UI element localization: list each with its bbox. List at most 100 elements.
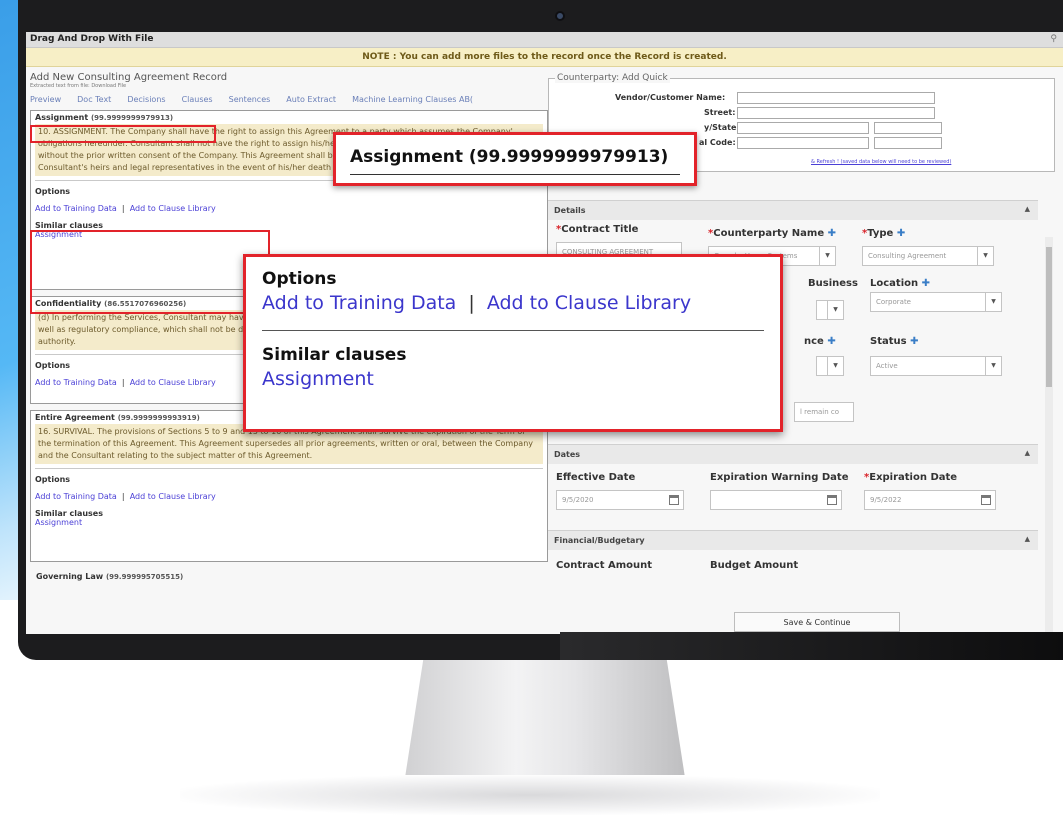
- callout-assignment-title: Assignment: [350, 147, 463, 167]
- chevron-down-icon: ▼: [827, 301, 843, 319]
- underline: [350, 174, 680, 175]
- counterparty-legend: Counterparty: Add Quick: [555, 73, 670, 83]
- type-select[interactable]: Consulting Agreement ▼: [862, 246, 994, 266]
- clause-title: Assignment (99.9999999979913): [35, 113, 174, 122]
- tab-sentences[interactable]: Sentences: [229, 95, 271, 104]
- options-label: Options: [35, 475, 71, 484]
- callout-link-separator: |: [468, 292, 475, 314]
- business-select[interactable]: ▼: [816, 300, 844, 320]
- tab-clauses[interactable]: Clauses: [182, 95, 213, 104]
- callout-similar-clause-link[interactable]: Assignment: [262, 368, 764, 390]
- collapse-icon[interactable]: ▲: [1025, 449, 1030, 457]
- city-state-label: y/State:: [704, 123, 740, 132]
- expiration-date-label: *Expiration Date: [864, 472, 958, 483]
- similar-clauses-label: Similar clauses: [35, 221, 103, 230]
- window-title: Drag And Drop With File: [30, 34, 154, 44]
- clause-score: (99.9999999993919): [117, 414, 200, 422]
- divider: [262, 330, 764, 331]
- financial-section-header[interactable]: Financial/Budgetary ▲: [548, 530, 1038, 550]
- callout-assignment-score: (99.9999999979913): [468, 147, 669, 167]
- status-label: Status ✚: [870, 336, 919, 347]
- add-to-clause-library-link[interactable]: Add to Clause Library: [130, 492, 216, 501]
- add-location-icon[interactable]: ✚: [922, 278, 930, 289]
- options-label: Options: [35, 187, 71, 196]
- tab-preview[interactable]: Preview: [30, 95, 61, 104]
- link-separator: |: [121, 492, 125, 501]
- contract-title-label: *Contract Title: [556, 224, 639, 235]
- confidence-select[interactable]: ▼: [816, 356, 844, 376]
- vendor-name-input[interactable]: [737, 92, 935, 104]
- note-banner: NOTE : You can add more files to the rec…: [26, 48, 1063, 67]
- close-icon[interactable]: ⚲: [1050, 34, 1057, 44]
- status-select[interactable]: Active ▼: [870, 356, 1002, 376]
- add-to-training-data-link[interactable]: Add to Training Data: [35, 492, 117, 501]
- clause-score: (99.9999999979913): [90, 114, 174, 122]
- calendar-icon[interactable]: [981, 495, 991, 505]
- monitor-stand-base: [180, 775, 880, 815]
- link-separator: |: [121, 204, 125, 213]
- chevron-down-icon: ▼: [985, 357, 1001, 375]
- scrollbar[interactable]: [1045, 237, 1053, 632]
- tab-ml-clauses[interactable]: Machine Learning Clauses AB(: [352, 95, 473, 104]
- state-input[interactable]: [874, 122, 942, 134]
- counterparty-name-label: *Counterparty Name ✚: [708, 228, 836, 239]
- clause-score: (99.999995705515): [105, 573, 184, 581]
- window-titlebar: Drag And Drop With File ⚲: [26, 32, 1063, 48]
- similar-clauses-label: Similar clauses: [35, 509, 103, 518]
- callout-options: Options Add to Training Data | Add to Cl…: [243, 254, 783, 432]
- chevron-down-icon: ▼: [977, 247, 993, 265]
- similar-clause-link[interactable]: Assignment: [35, 518, 543, 527]
- add-counterparty-icon[interactable]: ✚: [828, 228, 836, 239]
- postal-code-label: al Code:: [699, 138, 736, 147]
- vendor-name-label: Vendor/Customer Name:: [615, 93, 726, 102]
- collapse-icon[interactable]: ▲: [1025, 535, 1030, 543]
- add-to-training-data-link[interactable]: Add to Training Data: [35, 378, 117, 387]
- highlight-options-area: [30, 230, 270, 314]
- term-input[interactable]: l remain co: [794, 402, 854, 422]
- add-type-icon[interactable]: ✚: [897, 228, 905, 239]
- add-to-clause-library-link[interactable]: Add to Clause Library: [130, 378, 216, 387]
- callout-add-to-clause-library-link[interactable]: Add to Clause Library: [487, 292, 691, 314]
- callout-add-to-training-data-link[interactable]: Add to Training Data: [262, 292, 456, 314]
- link-separator: |: [121, 378, 125, 387]
- divider: [35, 468, 543, 469]
- camera-icon: [555, 11, 565, 21]
- expiration-warning-input[interactable]: [710, 490, 842, 510]
- add-to-clause-library-link[interactable]: Add to Clause Library: [130, 204, 216, 213]
- refresh-link[interactable]: & Refresh ! (saved data below will need …: [811, 159, 951, 165]
- monitor-chin: [560, 632, 1063, 660]
- tab-decisions[interactable]: Decisions: [127, 95, 165, 104]
- tab-doc-text[interactable]: Doc Text: [77, 95, 111, 104]
- budget-amount-label: Budget Amount: [710, 560, 799, 571]
- effective-date-label: Effective Date: [556, 472, 636, 483]
- add-icon[interactable]: ✚: [827, 336, 835, 347]
- details-section-header[interactable]: Details ▲: [548, 200, 1038, 220]
- calendar-icon[interactable]: [669, 495, 679, 505]
- tab-bar: Preview Doc Text Decisions Clauses Sente…: [30, 95, 548, 104]
- clause-governing-law: Governing Law (99.999995705515): [36, 572, 184, 581]
- location-select[interactable]: Corporate ▼: [870, 292, 1002, 312]
- callout-options-label: Options: [262, 269, 337, 289]
- add-to-training-data-link[interactable]: Add to Training Data: [35, 204, 117, 213]
- effective-date-input[interactable]: 9/5/2020: [556, 490, 684, 510]
- expiration-warning-label: Expiration Warning Date: [710, 472, 849, 483]
- save-continue-button[interactable]: Save & Continue: [734, 612, 900, 632]
- postal-code-input[interactable]: [737, 137, 869, 149]
- clause-entire-agreement: Entire Agreement (99.9999999993919) 16. …: [30, 410, 548, 562]
- location-label: Location ✚: [870, 278, 930, 289]
- city-input[interactable]: [737, 122, 869, 134]
- highlight-assignment-title: [30, 125, 216, 143]
- collapse-icon[interactable]: ▲: [1025, 205, 1030, 213]
- add-status-icon[interactable]: ✚: [910, 336, 918, 347]
- dates-section-header[interactable]: Dates ▲: [548, 444, 1038, 464]
- scroll-thumb[interactable]: [1046, 247, 1052, 387]
- expiration-date-input[interactable]: 9/5/2022: [864, 490, 996, 510]
- country-input[interactable]: [874, 137, 942, 149]
- callout-assignment: Assignment (99.9999999979913): [333, 132, 697, 186]
- confidence-label: nce ✚: [804, 336, 836, 347]
- callout-similar-clauses-label: Similar clauses: [262, 345, 407, 365]
- street-input[interactable]: [737, 107, 935, 119]
- calendar-icon[interactable]: [827, 495, 837, 505]
- business-label: Business: [808, 278, 858, 289]
- tab-auto-extract[interactable]: Auto Extract: [286, 95, 336, 104]
